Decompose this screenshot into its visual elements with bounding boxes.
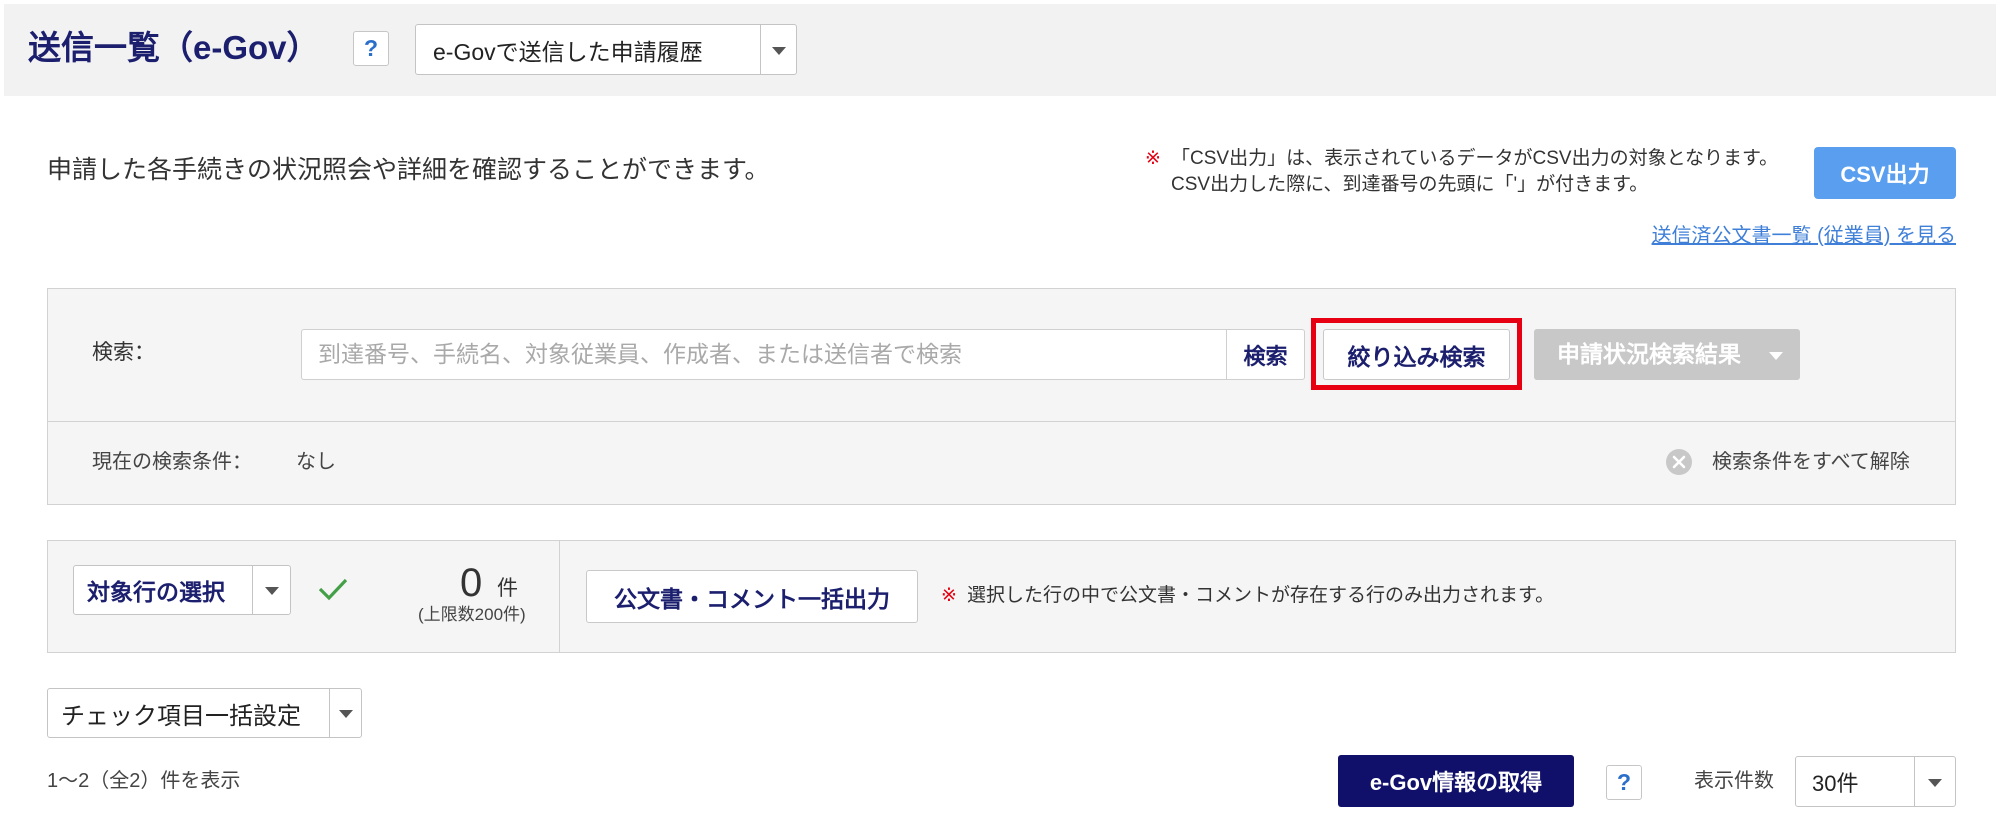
- current-conditions-value: なし: [296, 451, 336, 473]
- selected-count-unit: 件: [497, 577, 518, 600]
- help-icon: ?: [1616, 769, 1632, 795]
- result-count: 1〜2（全2）件を表示: [47, 770, 241, 792]
- page-size-label: 表示件数: [1694, 770, 1774, 792]
- csv-note-line-1: 「CSV出力」は、表示されているデータがCSV出力の対象となります。: [1171, 148, 1779, 169]
- status-search-results-label: 申請状況検索結果: [1557, 341, 1741, 367]
- clear-circle-icon[interactable]: [1665, 448, 1693, 476]
- page-description: 申請した各手続きの状況照会や詳細を確認することができます。: [47, 156, 770, 184]
- selection-limit: (上限数200件): [418, 605, 526, 624]
- bulk-output-button[interactable]: 公文書・コメント一括出力: [586, 570, 918, 623]
- bulk-output-note-mark: ※: [941, 585, 957, 606]
- fetch-egov-info-button[interactable]: e-Gov情報の取得: [1338, 755, 1574, 807]
- chevron-down-icon[interactable]: [1928, 778, 1942, 787]
- filter-search-button[interactable]: 絞り込み検索: [1323, 329, 1510, 380]
- csv-note-mark: ※: [1145, 148, 1161, 169]
- help-button[interactable]: ?: [1606, 765, 1642, 800]
- select-divider: [760, 25, 761, 74]
- bulk-output-note: 選択した行の中で公文書・コメントが存在する行のみ出力されます。: [967, 585, 1555, 606]
- status-search-results-button[interactable]: 申請状況検索結果: [1534, 329, 1800, 380]
- page-title: 送信一覧（e-Gov）: [28, 29, 320, 66]
- chevron-down-icon: [1769, 351, 1783, 360]
- help-button[interactable]: ?: [353, 31, 389, 66]
- csv-note-line-2: CSV出力した際に、到達番号の先頭に「'」が付きます。: [1171, 174, 1649, 195]
- selection-panel-divider: [559, 541, 560, 652]
- page-size-value: 30件: [1812, 770, 1859, 796]
- search-input[interactable]: [301, 329, 1227, 380]
- view-select[interactable]: e-Govで送信した申請履歴: [415, 24, 797, 75]
- checkmark-icon: [317, 576, 349, 602]
- search-label: 検索：: [92, 341, 155, 364]
- clear-all-conditions[interactable]: 検索条件をすべて解除: [1712, 448, 1910, 476]
- select-divider: [1914, 757, 1915, 806]
- selected-count: 0: [460, 561, 483, 605]
- view-select-value: e-Govで送信した申請履歴: [433, 38, 703, 65]
- chevron-down-icon[interactable]: [339, 710, 353, 718]
- search-button[interactable]: 検索: [1226, 329, 1305, 380]
- bulk-check-dropdown[interactable]: チェック項目一括設定: [47, 688, 362, 738]
- chevron-down-icon[interactable]: [265, 587, 279, 595]
- page-size-select[interactable]: 30件: [1795, 756, 1956, 807]
- row-select-label: 対象行の選択: [87, 579, 225, 605]
- bulk-check-label: チェック項目一括設定: [61, 702, 301, 730]
- select-divider: [252, 566, 253, 614]
- csv-export-button[interactable]: CSV出力: [1814, 147, 1956, 199]
- row-select-dropdown[interactable]: 対象行の選択: [73, 565, 291, 615]
- current-conditions-label: 現在の検索条件：: [92, 451, 252, 473]
- chevron-down-icon[interactable]: [772, 46, 786, 55]
- search-panel-divider: [48, 421, 1955, 422]
- sent-documents-link[interactable]: 送信済公文書一覧 (従業員) を見る: [1652, 222, 1956, 250]
- select-divider: [329, 689, 330, 737]
- help-icon: ?: [363, 35, 379, 61]
